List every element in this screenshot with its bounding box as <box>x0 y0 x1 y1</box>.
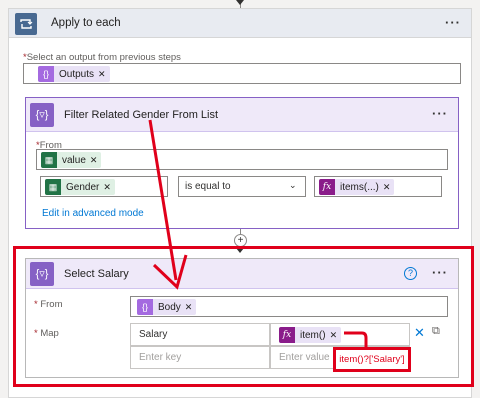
edit-advanced-mode-link[interactable]: Edit in advanced mode <box>42 208 144 219</box>
expression-annotation: item()?['Salary'] <box>333 347 411 372</box>
select-output-field[interactable]: {} Outputs ✕ <box>23 63 461 84</box>
select-output-label: *Select an output from previous steps <box>23 52 181 63</box>
filter-from-field[interactable]: ▦ value ✕ <box>36 149 448 170</box>
top-connector-arrow <box>236 0 244 5</box>
excel-icon: ▦ <box>45 179 61 195</box>
remove-token-icon[interactable]: ✕ <box>103 182 115 192</box>
annotation-arrow <box>148 119 188 290</box>
apply-to-each-header[interactable]: Apply to each ··· <box>9 9 471 38</box>
items-expression-token[interactable]: fx items(...) ✕ <box>319 179 395 195</box>
gender-token[interactable]: ▦ Gender ✕ <box>45 179 115 195</box>
filter-card-header[interactable]: {▿} Filter Related Gender From List ··· <box>26 98 458 132</box>
remove-token-icon[interactable]: ✕ <box>98 69 110 79</box>
loop-icon <box>15 13 37 35</box>
filter-right-operand[interactable]: fx items(...) ✕ <box>314 176 442 197</box>
outputs-token[interactable]: {} Outputs ✕ <box>38 66 110 82</box>
filter-more-icon[interactable]: ··· <box>432 106 448 121</box>
apply-to-each-title: Apply to each <box>51 17 121 29</box>
filter-array-card: {▿} Filter Related Gender From List ··· … <box>25 97 459 229</box>
apply-to-each-more-icon[interactable]: ··· <box>445 15 461 30</box>
value-token[interactable]: ▦ value ✕ <box>41 152 102 168</box>
remove-token-icon[interactable]: ✕ <box>383 182 395 192</box>
filter-array-icon: {▿} <box>30 103 54 127</box>
function-icon: fx <box>319 179 335 195</box>
remove-token-icon[interactable]: ✕ <box>90 155 102 165</box>
data-operation-icon: {} <box>38 66 54 82</box>
chevron-down-icon: ⌄ <box>289 180 297 190</box>
excel-icon: ▦ <box>41 152 57 168</box>
